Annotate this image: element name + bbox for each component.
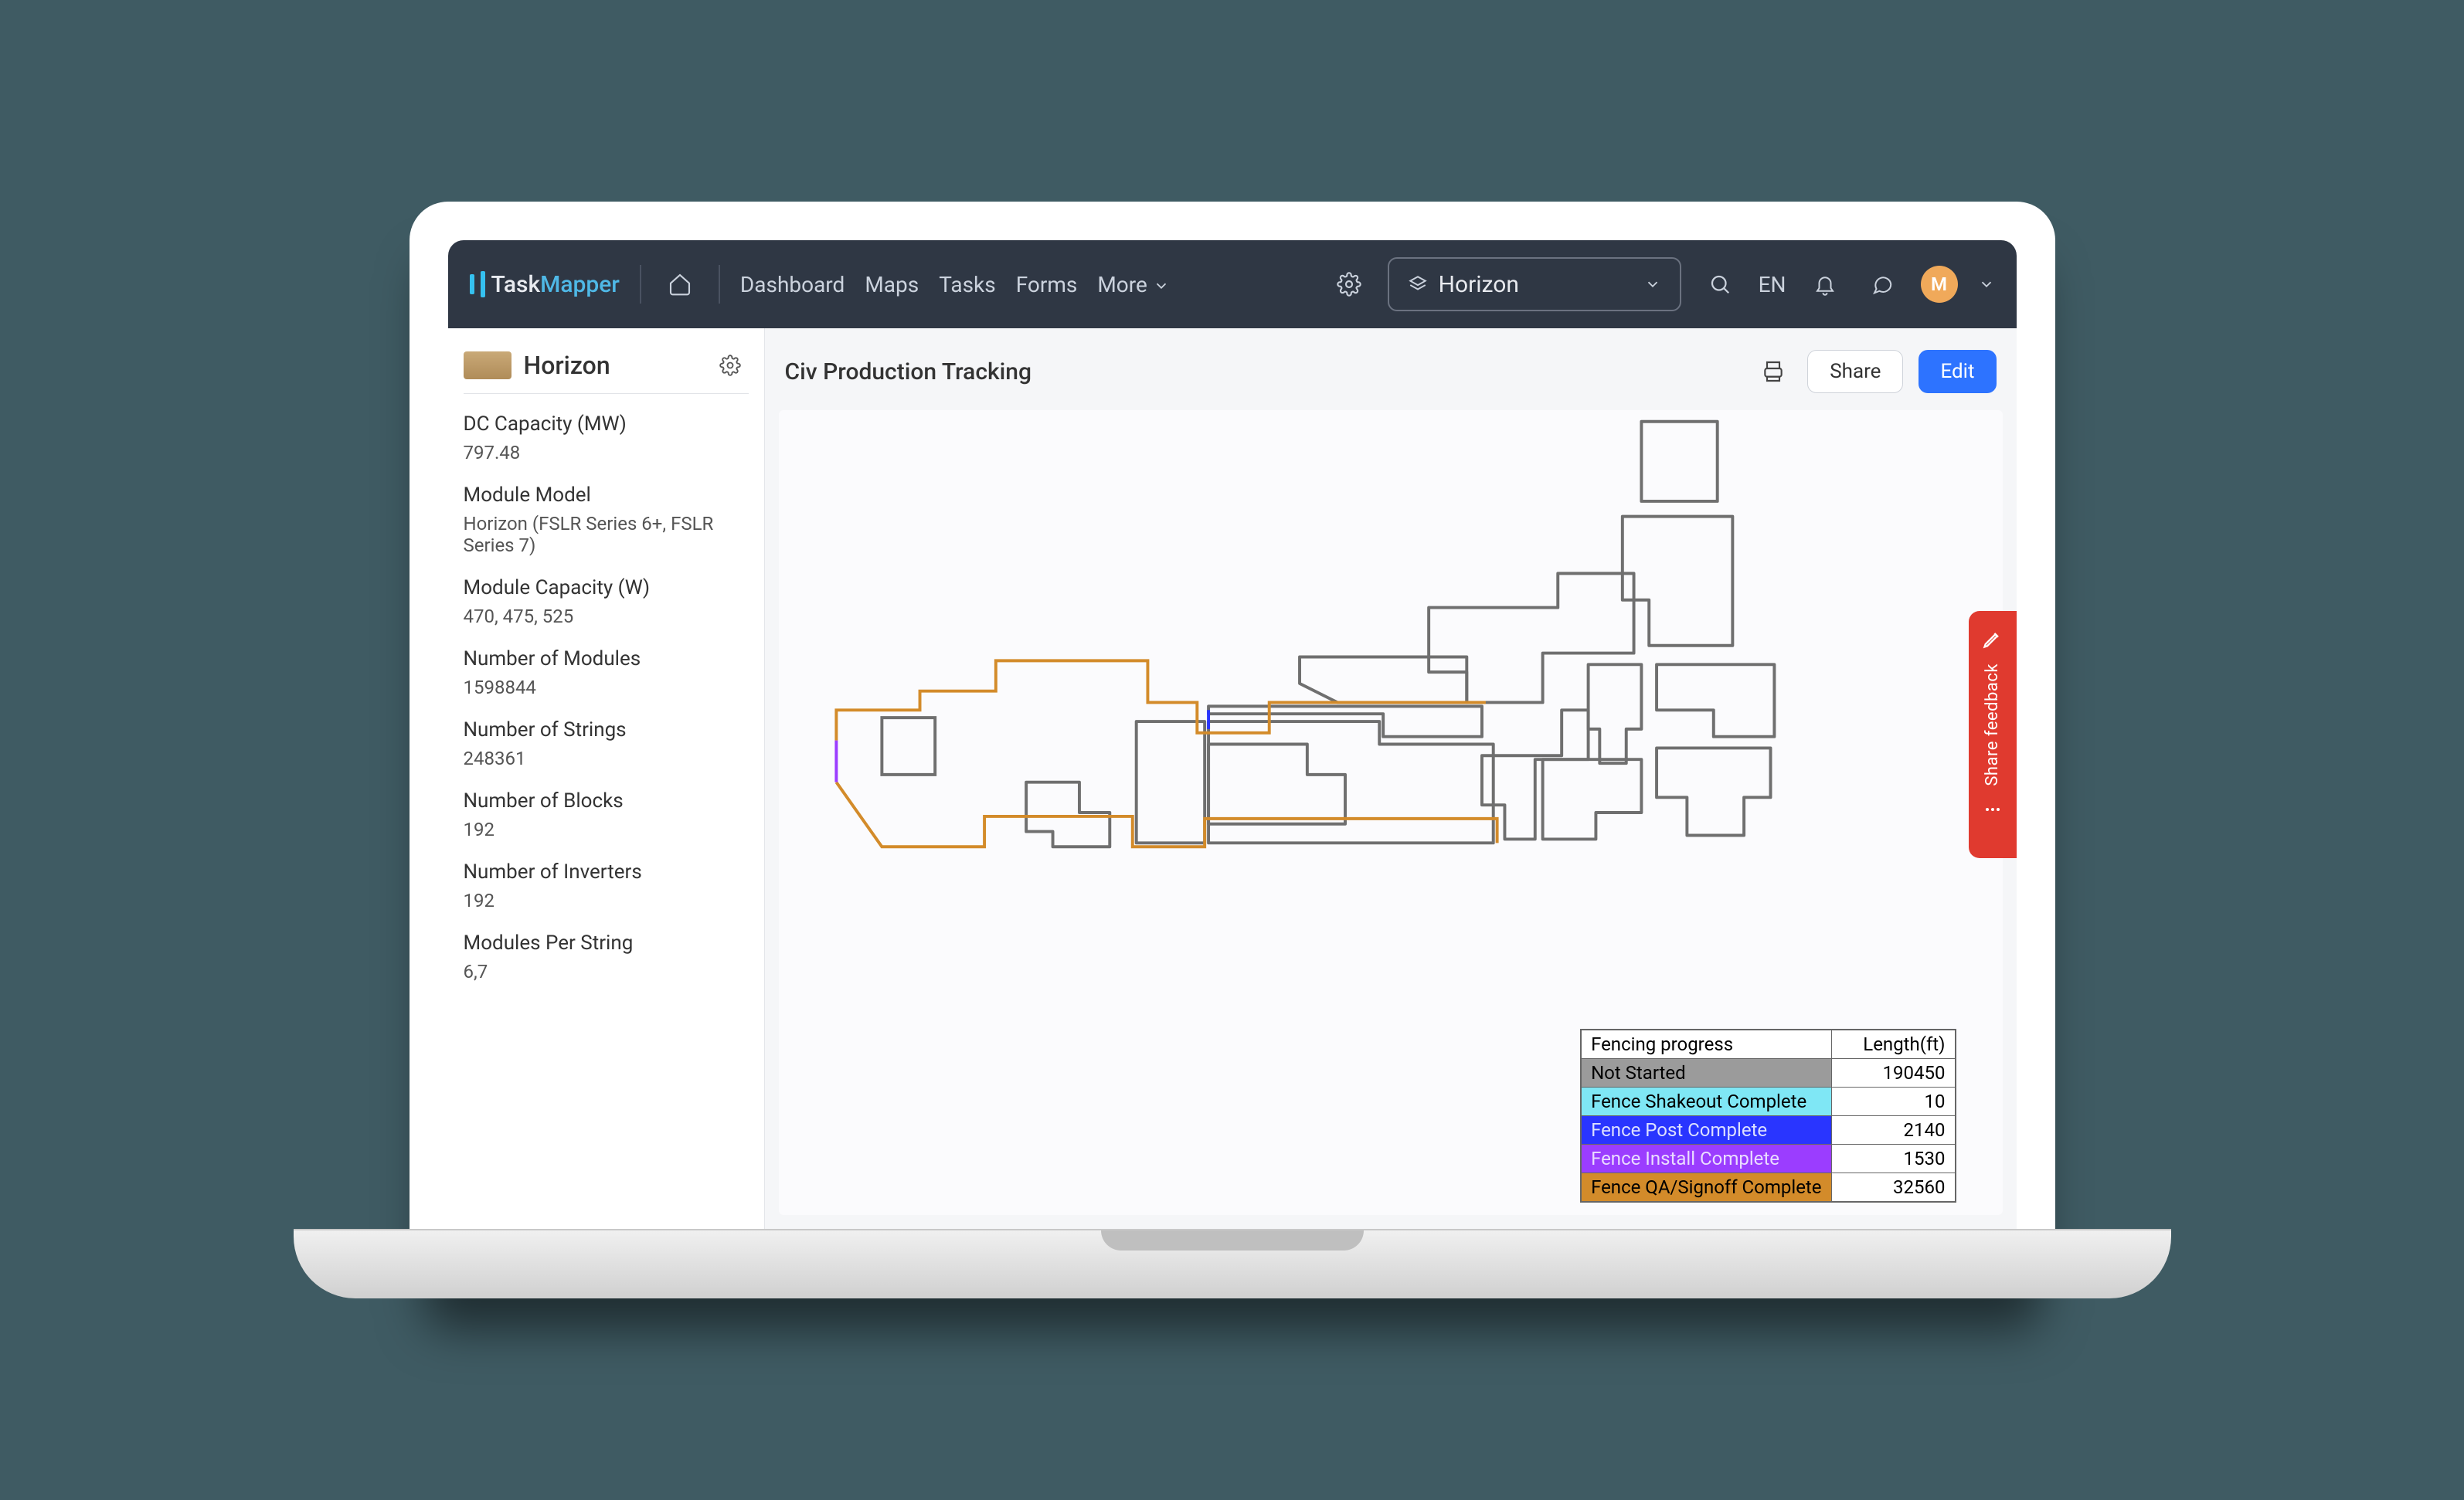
notifications-button[interactable] — [1806, 266, 1844, 303]
stat-label: Number of Blocks — [464, 789, 749, 813]
legend-row-label: Fence Install Complete — [1582, 1145, 1831, 1173]
legend-row-label: Fence QA/Signoff Complete — [1582, 1173, 1831, 1202]
layers-icon — [1408, 274, 1428, 294]
legend-row-value: 10 — [1831, 1088, 1955, 1116]
settings-button[interactable] — [1331, 266, 1368, 303]
legend-row-label: Not Started — [1582, 1059, 1831, 1088]
legend-row-label: Fence Post Complete — [1582, 1116, 1831, 1145]
sidebar: Horizon DC Capacity (MW) 797.48 Module Mod… — [448, 328, 765, 1229]
stat-label: Number of Inverters — [464, 860, 749, 884]
nav-forms[interactable]: Forms — [1016, 272, 1078, 297]
stat-item: DC Capacity (MW) 797.48 — [464, 412, 749, 463]
legend-row-value: 32560 — [1831, 1173, 1955, 1202]
chevron-down-icon — [1153, 277, 1170, 294]
print-icon — [1761, 359, 1786, 384]
home-icon — [668, 272, 692, 297]
legend-row-label: Fence Shakeout Complete — [1582, 1088, 1831, 1116]
nav-more-label: More — [1097, 272, 1147, 297]
bell-icon — [1813, 273, 1837, 296]
gear-icon — [1337, 272, 1361, 297]
main-panel: Civ Production Tracking Share Edit — [765, 328, 2017, 1229]
nav-links: Dashboard Maps Tasks Forms More — [740, 272, 1170, 297]
legend-row: Fence Shakeout Complete10 — [1582, 1088, 1955, 1116]
avatar-initial: M — [1931, 273, 1947, 295]
language-toggle[interactable]: EN — [1759, 272, 1786, 297]
nav-more[interactable]: More — [1097, 272, 1169, 297]
stat-item: Module Capacity (W) 470, 475, 525 — [464, 576, 749, 627]
stat-value: Horizon (FSLR Series 6+, FSLR Series 7) — [464, 513, 749, 556]
search-icon — [1708, 273, 1732, 296]
stat-value: 192 — [464, 819, 749, 840]
brand-logo[interactable]: TaskMapper — [470, 271, 620, 298]
app-window: TaskMapper Dashboard Maps Tasks Forms Mo… — [448, 240, 2017, 1229]
brand-bar-icon — [481, 271, 485, 297]
page-title: Civ Production Tracking — [785, 358, 1031, 385]
stat-item: Module Model Horizon (FSLR Series 6+, FSL… — [464, 484, 749, 556]
nav-separator — [640, 265, 641, 304]
stat-item: Number of Inverters 192 — [464, 860, 749, 911]
project-name: Horizon — [1439, 271, 1519, 298]
share-button[interactable]: Share — [1807, 350, 1903, 393]
sidebar-title: Horizon — [524, 351, 610, 380]
stat-label: Module Capacity (W) — [464, 576, 749, 599]
chevron-down-icon — [1644, 276, 1661, 293]
nav-dashboard[interactable]: Dashboard — [740, 272, 845, 297]
edit-label: Edit — [1940, 360, 1974, 383]
stat-value: 1598844 — [464, 677, 749, 698]
stat-value: 6,7 — [464, 961, 749, 982]
feedback-tab[interactable]: Share feedback — [1969, 611, 2017, 858]
stat-value: 248361 — [464, 748, 749, 769]
edit-button[interactable]: Edit — [1919, 350, 1996, 393]
stat-label: Number of Strings — [464, 718, 749, 742]
stat-label: Number of Modules — [464, 647, 749, 670]
stat-value: 192 — [464, 890, 749, 911]
stat-item: Number of Strings 248361 — [464, 718, 749, 769]
stat-label: Module Model — [464, 484, 749, 507]
print-button[interactable] — [1755, 353, 1792, 390]
legend-table: Fencing progress Length(ft) Not Started1… — [1580, 1029, 1956, 1203]
legend-col-length: Length(ft) — [1831, 1030, 1955, 1059]
map-canvas[interactable]: Fencing progress Length(ft) Not Started1… — [779, 410, 2003, 1215]
stat-value: 797.48 — [464, 442, 749, 463]
chat-icon — [1871, 273, 1894, 296]
more-icon — [1983, 800, 2002, 819]
nav-maps[interactable]: Maps — [865, 272, 919, 297]
legend-row-value: 2140 — [1831, 1116, 1955, 1145]
pencil-icon — [1982, 628, 2003, 650]
gear-icon — [719, 355, 741, 376]
stat-item: Number of Blocks 192 — [464, 789, 749, 840]
avatar[interactable]: M — [1921, 266, 1958, 303]
home-button[interactable] — [661, 266, 698, 303]
search-button[interactable] — [1701, 266, 1738, 303]
site-thumbnail — [464, 351, 511, 379]
chevron-down-icon[interactable] — [1978, 276, 1995, 293]
legend-row-value: 1530 — [1831, 1145, 1955, 1173]
chat-button[interactable] — [1864, 266, 1901, 303]
brand-text-mapper: Mapper — [540, 271, 620, 298]
legend-col-progress: Fencing progress — [1582, 1030, 1831, 1059]
nav-separator — [719, 265, 720, 304]
sidebar-settings-button[interactable] — [712, 347, 749, 384]
stat-label: DC Capacity (MW) — [464, 412, 749, 436]
brand-text-task: Task — [491, 271, 541, 298]
stat-item: Modules Per String 6,7 — [464, 932, 749, 982]
legend-row: Fence Install Complete1530 — [1582, 1145, 1955, 1173]
project-selector[interactable]: Horizon — [1388, 257, 1681, 311]
share-label: Share — [1830, 360, 1881, 383]
feedback-label: Share feedback — [1983, 663, 2002, 786]
brand-bar-icon — [470, 274, 474, 294]
nav-tasks[interactable]: Tasks — [939, 272, 996, 297]
legend-row-value: 190450 — [1831, 1059, 1955, 1088]
legend-row: Not Started190450 — [1582, 1059, 1955, 1088]
top-nav: TaskMapper Dashboard Maps Tasks Forms Mo… — [448, 240, 2017, 328]
stat-item: Number of Modules 1598844 — [464, 647, 749, 698]
legend-row: Fence Post Complete2140 — [1582, 1116, 1955, 1145]
stat-value: 470, 475, 525 — [464, 606, 749, 627]
legend-row: Fence QA/Signoff Complete32560 — [1582, 1173, 1955, 1202]
stat-label: Modules Per String — [464, 932, 749, 955]
